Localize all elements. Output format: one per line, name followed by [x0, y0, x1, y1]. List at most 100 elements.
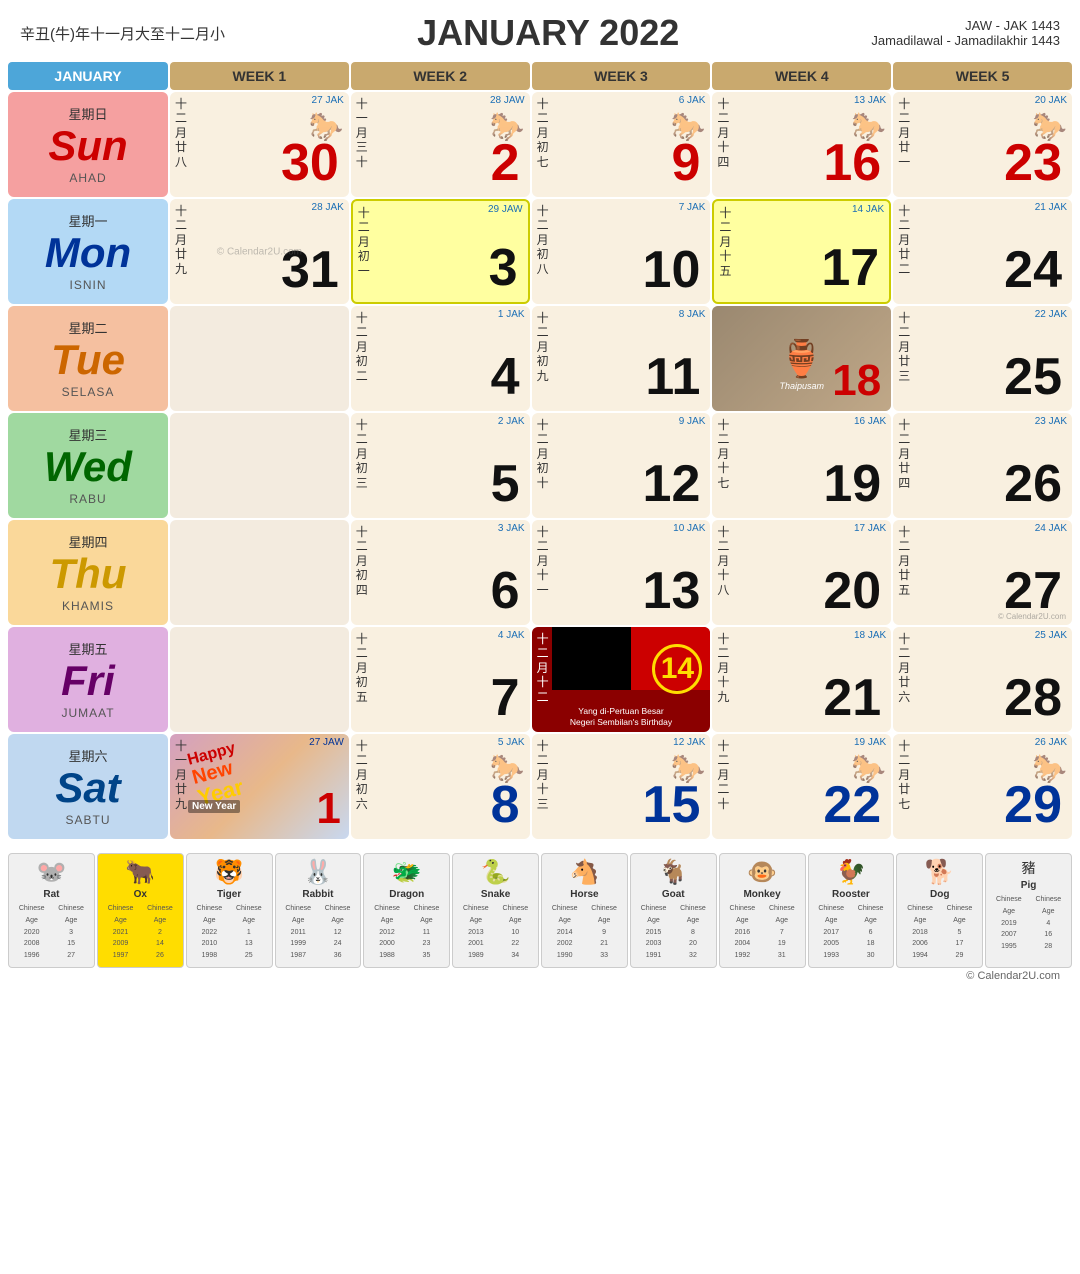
- jak-label: 29 JAW: [488, 204, 523, 215]
- date-jan8: 5 JAK 十二月初六 🐎 8: [351, 734, 530, 839]
- day-label-wednesday: 星期三 Wed RABU: [8, 413, 168, 518]
- col-week4: WEEK 4: [712, 62, 891, 90]
- zodiac-footer: 🐭 Rat ChineseChinese AgeAge 20203 200815…: [0, 853, 1080, 968]
- jak-label: 3 JAK: [498, 523, 525, 534]
- date-number: 6: [491, 565, 520, 617]
- date-dec31: 28 JAK 十二月廿九 31 © Calendar2U.com: [170, 199, 349, 304]
- date-jan14-holiday: 11 JAK 十二月十二 14 Yang di-Pertuan BesarNeg…: [532, 627, 711, 732]
- date-jan6: 3 JAK 十二月初四 6: [351, 520, 530, 625]
- dog-table: ChineseChinese AgeAge 20185 200617 19942…: [899, 902, 980, 963]
- day-label-tuesday: 星期二 Tue SELASA: [8, 306, 168, 411]
- monkey-icon: 🐵: [722, 858, 803, 887]
- day-chinese-tue: 星期二: [68, 318, 107, 337]
- monkey-table: ChineseChinese AgeAge 20167 200419 19923…: [722, 902, 803, 963]
- jak-label: 22 JAK: [1035, 309, 1067, 320]
- date-jan26: 23 JAK 十二月廿四 26: [893, 413, 1072, 518]
- snake-name: Snake: [455, 889, 536, 900]
- row-monday: 星期一 Mon ISNIN 28 JAK 十二月廿九 31 © Calendar…: [8, 199, 1072, 304]
- rooster-table: ChineseChinese AgeAge 20176 200518 19933…: [811, 902, 892, 963]
- day-chinese-sat: 星期六: [68, 746, 107, 765]
- jak-label: 21 JAK: [1035, 202, 1067, 213]
- jak-label: 2 JAK: [498, 416, 525, 427]
- zodiac-snake: 🐍 Snake ChineseChinese AgeAge 201310 200…: [452, 853, 539, 968]
- zodiac-tiger: 🐯 Tiger ChineseChinese AgeAge 20221 2010…: [186, 853, 273, 968]
- jak-label: 25 JAK: [1035, 630, 1067, 641]
- date-number: 30: [281, 137, 339, 189]
- dragon-name: Dragon: [366, 889, 447, 900]
- calendar-body: JANUARY WEEK 1 WEEK 2 WEEK 3 WEEK 4 WEEK…: [0, 62, 1080, 849]
- day-ms-tue: SELASA: [62, 385, 115, 399]
- ox-table: ChineseChinese AgeAge 20212 200914 19972…: [100, 902, 181, 963]
- jak-label: 28 JAW: [490, 95, 525, 106]
- date-jan18-thaipusam: 15 JAK 十二月十六 🏺 Thaipusam 18: [712, 306, 891, 411]
- row-tuesday: 星期二 Tue SELASA 1 JAK 十二月初二 4 8 JAK 十二月初九…: [8, 306, 1072, 411]
- date-number: 26: [1004, 458, 1062, 510]
- jak-label: 14 JAK: [852, 204, 884, 215]
- ox-icon: 🐂: [100, 858, 181, 887]
- col-week1: WEEK 1: [170, 62, 349, 90]
- date-number: 19: [823, 458, 881, 510]
- date-jan1-newyear: 27 JAW 十一月廿九 Happy New Year New Year 1: [170, 734, 349, 839]
- rabbit-table: ChineseChinese AgeAge 201112 199924 1987…: [278, 902, 359, 963]
- jak-label: 13 JAK: [854, 95, 886, 106]
- date-jan22: 19 JAK 十二月二十 🐎 22: [712, 734, 891, 839]
- jak-label: 8 JAK: [679, 309, 706, 320]
- thaipusam-figure: 🏺: [779, 338, 824, 380]
- date-number: 15: [643, 779, 701, 831]
- jak-label: 26 JAK: [1035, 737, 1067, 748]
- day-chinese-fri: 星期五: [68, 639, 107, 658]
- date-number: 20: [823, 565, 881, 617]
- day-ms-sat: SABTU: [65, 813, 110, 827]
- row-saturday: 星期六 Sat SABTU 27 JAW 十一月廿九 Happy New Yea…: [8, 734, 1072, 839]
- header-jak: JAW - JAK 1443: [871, 18, 1060, 33]
- dog-name: Dog: [899, 889, 980, 900]
- zodiac-dog: 🐕 Dog ChineseChinese AgeAge 20185 200617…: [896, 853, 983, 968]
- day-label-sunday: 星期日 Sun AHAD: [8, 92, 168, 197]
- header-subtitle-right: JAW - JAK 1443 Jamadilawal - Jamadilakhi…: [871, 18, 1060, 48]
- new-year-label: New Year: [188, 800, 240, 813]
- day-chinese-thu: 星期四: [68, 532, 107, 551]
- rat-icon: 🐭: [11, 858, 92, 887]
- date-number: 11: [645, 351, 700, 403]
- pig-table: ChineseChinese AgeAge 20194 200716 19952…: [988, 893, 1069, 954]
- date-jan15: 12 JAK 十二月十三 🐎 15: [532, 734, 711, 839]
- day-en-wed: Wed: [44, 446, 132, 488]
- day-label-thursday: 星期四 Thu KHAMIS: [8, 520, 168, 625]
- date-number: 9: [671, 137, 700, 189]
- zodiac-rat: 🐭 Rat ChineseChinese AgeAge 20203 200815…: [8, 853, 95, 968]
- zodiac-horse: 🐴 Horse ChineseChinese AgeAge 20149 2002…: [541, 853, 628, 968]
- date-jan23: 20 JAK 十二月廿一 🐎 23: [893, 92, 1072, 197]
- holiday-name: Yang di-Pertuan BesarNegeri Sembilan's B…: [532, 706, 711, 728]
- jak-label: 6 JAK: [679, 95, 706, 106]
- date-number: 23: [1004, 137, 1062, 189]
- date-number: 27: [1004, 565, 1062, 617]
- date-jan28: 25 JAK 十二月廿六 28: [893, 627, 1072, 732]
- day-en-fri: Fri: [61, 660, 115, 702]
- day-en-mon: Mon: [45, 232, 131, 274]
- zodiac-rooster: 🐓 Rooster ChineseChinese AgeAge 20176 20…: [808, 853, 895, 968]
- day-en-sat: Sat: [55, 767, 120, 809]
- date-number: 4: [491, 351, 520, 403]
- horse-zodiac-icon: 🐴: [544, 858, 625, 887]
- jak-label: 24 JAK: [1035, 523, 1067, 534]
- goat-icon: 🐐: [633, 858, 714, 887]
- jak-label: 18 JAK: [854, 630, 886, 641]
- date-jan25: 22 JAK 十二月廿三 25: [893, 306, 1072, 411]
- day-label-monday: 星期一 Mon ISNIN: [8, 199, 168, 304]
- date-number: 8: [491, 779, 520, 831]
- goat-table: ChineseChinese AgeAge 20158 200320 19913…: [633, 902, 714, 963]
- rat-table: ChineseChinese AgeAge 20203 200815 19962…: [11, 902, 92, 963]
- rooster-name: Rooster: [811, 889, 892, 900]
- date-number: 5: [491, 458, 520, 510]
- date-number: 3: [489, 242, 518, 294]
- day-chinese-wed: 星期三: [68, 425, 107, 444]
- happy-new-year-text: Happy New Year: [185, 737, 248, 810]
- tiger-name: Tiger: [189, 889, 270, 900]
- date-empty-thu-w1: [170, 520, 349, 625]
- header-title: JANUARY 2022: [417, 12, 679, 54]
- jak-label: 17 JAK: [854, 523, 886, 534]
- zodiac-ox: 🐂 Ox ChineseChinese AgeAge 20212 200914 …: [97, 853, 184, 968]
- date-number: 2: [491, 137, 520, 189]
- date-number: 10: [643, 244, 701, 296]
- day-en-tue: Tue: [51, 339, 125, 381]
